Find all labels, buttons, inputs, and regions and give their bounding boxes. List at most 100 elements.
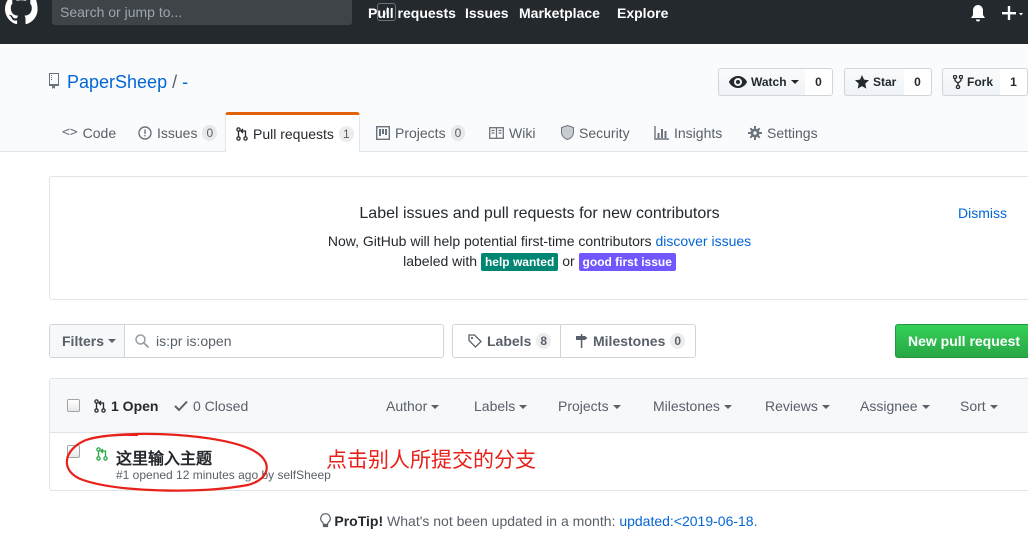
filters-dropdown[interactable]: Filters: [49, 324, 125, 358]
git-pull-request-icon: [236, 126, 248, 141]
tab-settings[interactable]: Settings: [748, 113, 818, 152]
labels-link[interactable]: Labels 8: [468, 325, 552, 357]
issues-counter: 0: [202, 124, 218, 141]
menu-label: Labels: [474, 398, 516, 414]
star-count[interactable]: 0: [904, 68, 932, 96]
watch-label: Watch: [751, 75, 787, 89]
protip-text: What's not been updated in a month:: [387, 513, 616, 529]
chevron-down-icon: [612, 405, 621, 410]
nav-marketplace[interactable]: Marketplace: [519, 5, 600, 21]
project-icon: [376, 125, 390, 140]
banner-title: Label issues and pull requests for new c…: [359, 205, 720, 222]
watch-button[interactable]: Watch: [718, 68, 806, 96]
tab-label: Insights: [674, 124, 723, 141]
tab-wiki[interactable]: Wiki: [489, 113, 535, 152]
menu-label: Milestones: [653, 398, 720, 414]
menu-label: Sort: [960, 398, 986, 414]
watch-count[interactable]: 0: [805, 68, 833, 96]
issue-opened-icon: [138, 125, 152, 140]
notifications-bell-icon[interactable]: [970, 5, 986, 23]
github-logo-icon[interactable]: [4, 0, 38, 26]
labels-filter-dropdown[interactable]: Labels: [474, 398, 528, 414]
book-icon: [489, 126, 504, 139]
chevron-down-icon: [431, 405, 440, 410]
select-all-checkbox[interactable]: [67, 399, 80, 412]
chevron-down-icon: [723, 405, 732, 410]
nav-pull-requests[interactable]: Pull requests: [368, 5, 456, 21]
tab-label: Pull requests: [253, 125, 334, 142]
milestones-label: Milestones: [593, 333, 666, 349]
banner-text: Now, GitHub will help potential first-ti…: [327, 233, 652, 249]
tab-label: Settings: [767, 124, 818, 141]
chevron-down-icon: [989, 405, 998, 410]
repo-owner-link[interactable]: PaperSheep: [67, 72, 167, 92]
search-input[interactable]: Search or jump to... /: [52, 0, 396, 25]
protip-end: .: [753, 513, 758, 529]
chevron-down-icon: [921, 405, 930, 410]
chevron-down-icon: [790, 80, 799, 84]
annotation-text: 点击别人所提交的分支: [326, 448, 536, 472]
graph-icon: [654, 125, 669, 140]
discover-issues-link[interactable]: discover issues: [655, 233, 751, 249]
code-icon: <>: [62, 125, 78, 140]
tag-icon: [468, 334, 482, 348]
labels-milestones-group: Labels 8 Milestones 0: [452, 324, 696, 358]
tab-label: Issues: [157, 124, 198, 141]
banner-text: or: [562, 253, 575, 269]
tab-projects[interactable]: Projects 0: [376, 113, 466, 152]
search-query: is:pr is:open: [156, 333, 232, 349]
banner-text: labeled with: [403, 253, 478, 269]
star-icon: [855, 75, 869, 89]
fork-button[interactable]: Fork: [942, 68, 1001, 96]
author-filter-dropdown[interactable]: Author: [386, 398, 440, 414]
milestones-counter: 0: [670, 333, 686, 349]
chevron-down-icon: [821, 405, 830, 410]
table-header: 1 Open 0 Closed Author Labels Projects M…: [50, 379, 1028, 433]
sort-dropdown[interactable]: Sort: [960, 398, 998, 414]
tab-insights[interactable]: Insights: [654, 113, 722, 152]
banner-text-line-1: Now, GitHub will help potential first-ti…: [50, 233, 1028, 249]
dismiss-button[interactable]: Dismiss: [958, 205, 1007, 221]
repo-name-link[interactable]: -: [182, 72, 188, 92]
global-header: Search or jump to... / Pull requests Iss…: [0, 0, 1028, 44]
create-new-menu[interactable]: [1000, 4, 1028, 24]
label-good-first-issue[interactable]: good first issue: [578, 253, 676, 271]
shield-icon: [561, 125, 574, 140]
eye-icon: [729, 76, 747, 88]
open-filter-link[interactable]: 1 Open: [94, 398, 158, 414]
assignee-filter-dropdown[interactable]: Assignee: [860, 398, 930, 414]
closed-filter-link[interactable]: 0 Closed: [174, 398, 248, 414]
pull-requests-counter: 1: [338, 125, 354, 142]
nav-explore[interactable]: Explore: [617, 5, 668, 21]
issue-search-input[interactable]: is:pr is:open: [124, 324, 444, 358]
tab-label: Security: [579, 124, 630, 141]
menu-label: Author: [386, 398, 428, 414]
label-help-wanted[interactable]: help wanted: [480, 253, 559, 271]
reviews-filter-dropdown[interactable]: Reviews: [765, 398, 830, 414]
fork-count[interactable]: 1: [1000, 68, 1028, 96]
tab-label: Wiki: [509, 124, 536, 141]
new-pull-request-button[interactable]: New pull request: [895, 324, 1028, 358]
git-pull-request-icon: [94, 399, 106, 413]
search-placeholder: Search or jump to...: [60, 4, 183, 20]
milestones-filter-dropdown[interactable]: Milestones: [653, 398, 732, 414]
gear-icon: [748, 125, 762, 140]
nav-issues[interactable]: Issues: [465, 5, 509, 21]
open-count-label: 1 Open: [111, 398, 159, 414]
new-contributors-banner: Label issues and pull requests for new c…: [49, 176, 1028, 300]
tab-issues[interactable]: Issues 0: [138, 113, 218, 152]
highlight-ellipse-annotation: [65, 432, 268, 492]
milestones-link[interactable]: Milestones 0: [575, 325, 686, 357]
tab-pull-requests[interactable]: Pull requests 1: [225, 112, 360, 153]
tab-security[interactable]: Security: [561, 113, 630, 152]
menu-label: Projects: [558, 398, 609, 414]
filters-label: Filters: [62, 333, 105, 349]
fork-label: Fork: [967, 75, 994, 89]
tab-code[interactable]: <> Code: [62, 113, 116, 152]
star-button[interactable]: Star: [844, 68, 905, 96]
projects-counter: 0: [450, 124, 466, 141]
tab-label: Code: [82, 124, 117, 141]
lightbulb-icon: [319, 513, 331, 528]
projects-filter-dropdown[interactable]: Projects: [558, 398, 621, 414]
protip-query-link[interactable]: updated:<2019-06-18: [619, 513, 753, 529]
